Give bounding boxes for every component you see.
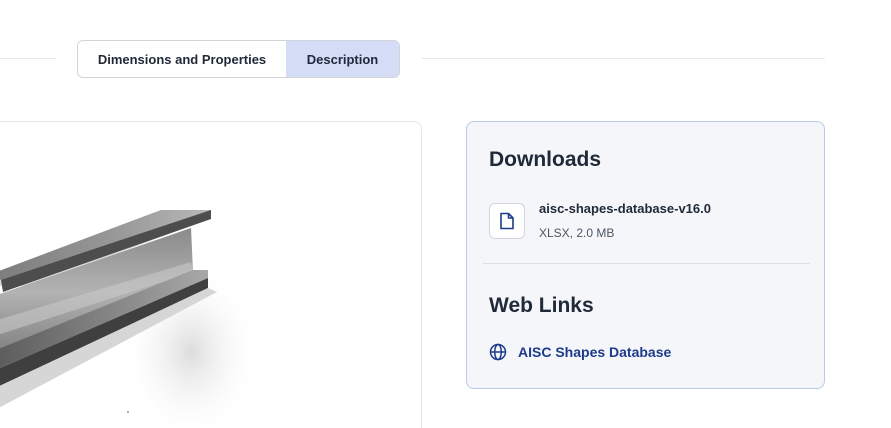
tab-description[interactable]: Description xyxy=(286,41,399,77)
web-link-label[interactable]: AISC Shapes Database xyxy=(518,344,671,360)
downloads-panel: Downloads aisc-shapes-database-v16.0 XLS… xyxy=(466,121,825,389)
download-file-meta: XLSX, 2.0 MB xyxy=(539,226,615,240)
web-link-aisc-shapes-database[interactable]: AISC Shapes Database xyxy=(489,343,671,361)
i-beam-image xyxy=(0,210,261,428)
file-icon[interactable] xyxy=(489,203,525,239)
product-image-card xyxy=(0,121,422,428)
divider-line-right xyxy=(422,58,825,59)
web-links-heading: Web Links xyxy=(489,294,594,317)
section-divider xyxy=(483,263,810,264)
downloads-heading: Downloads xyxy=(489,148,602,171)
globe-icon xyxy=(489,343,507,361)
divider-line-left xyxy=(0,58,56,59)
tab-group: Dimensions and Properties Description xyxy=(77,40,400,78)
download-file-name[interactable]: aisc-shapes-database-v16.0 xyxy=(539,201,711,216)
tab-dimensions-and-properties[interactable]: Dimensions and Properties xyxy=(78,41,286,77)
